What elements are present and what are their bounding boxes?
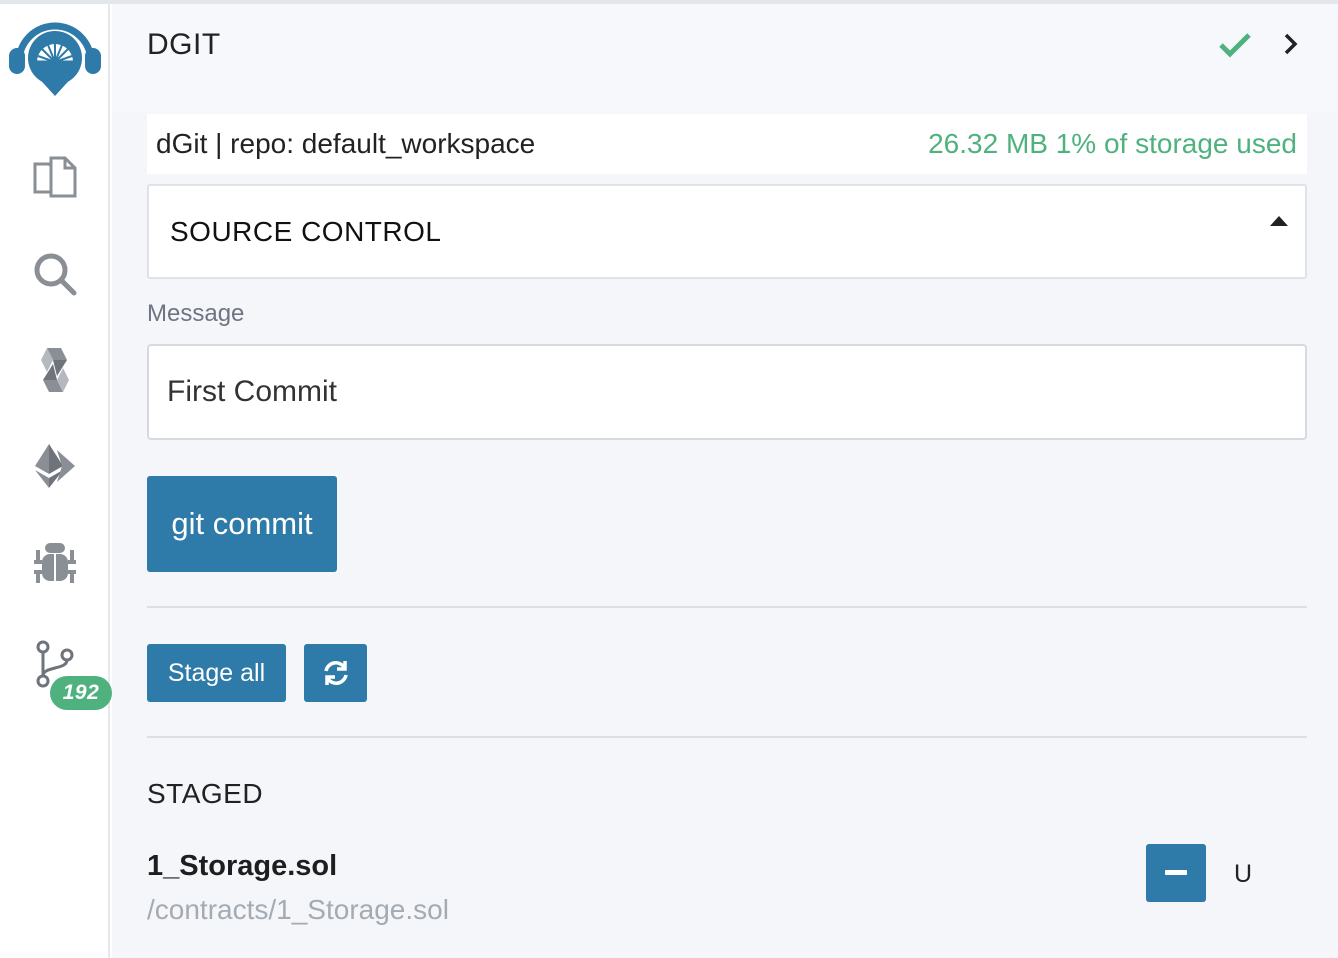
- panel-header: DGIT: [112, 4, 1338, 112]
- file-explorer-icon: [33, 156, 77, 198]
- repo-name: dGit | repo: default_workspace: [156, 128, 536, 159]
- message-label: Message: [147, 300, 245, 327]
- git-changes-badge: 192: [50, 676, 112, 710]
- caret-up-icon[interactable]: [1269, 214, 1289, 228]
- solidity-compiler-button[interactable]: [0, 330, 110, 410]
- commit-message-input[interactable]: [147, 344, 1307, 440]
- panel-title: DGIT: [147, 28, 221, 61]
- dgit-panel: DGIT dGit | repo: default_workspace 26.3…: [112, 4, 1338, 958]
- storage-usage: 26.32 MB 1% of storage used: [928, 128, 1297, 159]
- minus-icon: [1165, 870, 1187, 875]
- search-icon: [34, 253, 77, 296]
- git-commit-button[interactable]: git commit: [147, 476, 337, 572]
- stage-all-button[interactable]: Stage all: [147, 644, 286, 702]
- deploy-run-icon: [35, 444, 75, 488]
- solidity-compiler-icon: [41, 348, 69, 392]
- file-status-indicator: U: [1234, 860, 1253, 888]
- staged-file-name[interactable]: 1_Storage.sol: [147, 850, 337, 883]
- unstage-button[interactable]: [1146, 844, 1206, 902]
- remix-logo-icon: [9, 22, 101, 96]
- sync-icon: [323, 661, 348, 685]
- icon-rail: 192: [0, 4, 112, 958]
- refresh-button[interactable]: [304, 644, 367, 702]
- repo-info-bar: dGit | repo: default_workspace 26.32 MB …: [147, 114, 1307, 174]
- deploy-run-button[interactable]: [0, 426, 110, 506]
- check-icon: [1219, 33, 1251, 58]
- remix-logo-button[interactable]: [0, 10, 110, 106]
- staged-file-path: /contracts/1_Storage.sol: [147, 894, 449, 925]
- search-button[interactable]: [0, 234, 110, 314]
- source-control-title: SOURCE CONTROL: [170, 216, 442, 247]
- file-explorer-button[interactable]: [0, 138, 110, 218]
- divider: [147, 736, 1307, 738]
- divider: [147, 606, 1307, 608]
- debugger-button[interactable]: [0, 522, 110, 602]
- debugger-icon: [34, 543, 76, 583]
- chevron-right-icon[interactable]: [1282, 32, 1300, 56]
- source-control-section-header[interactable]: SOURCE CONTROL: [147, 184, 1307, 279]
- staged-section-title: STAGED: [147, 778, 264, 809]
